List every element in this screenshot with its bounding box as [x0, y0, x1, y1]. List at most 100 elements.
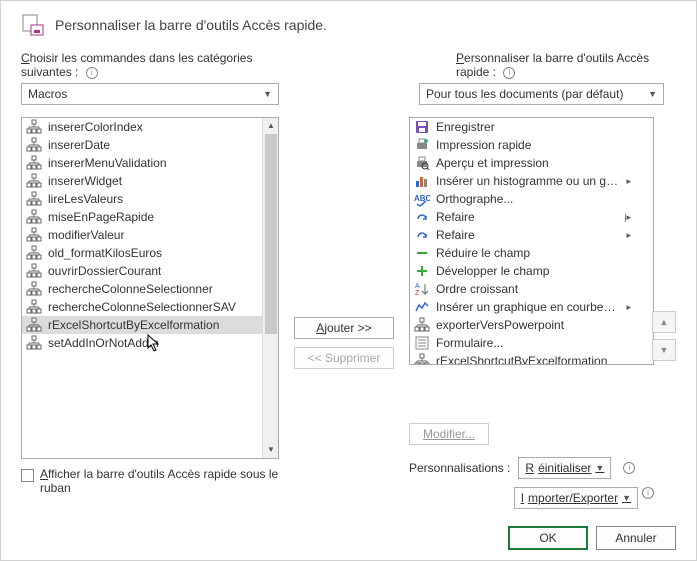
item-label: rechercheColonneSelectionner	[48, 282, 213, 296]
list-item[interactable]: Refaire ▸	[410, 226, 653, 244]
macro-icon	[26, 263, 42, 279]
submenu-arrow-icon: ▸	[626, 176, 649, 187]
preview-icon	[414, 155, 430, 171]
list-item[interactable]: Développer le champ	[410, 262, 653, 280]
submenu-arrow-icon: ▸	[626, 230, 649, 241]
item-label: Aperçu et impression	[436, 156, 549, 170]
collapse-icon	[414, 245, 430, 261]
redo-icon	[414, 227, 430, 243]
macro-icon	[26, 155, 42, 171]
move-up-button[interactable]: ▲	[652, 311, 676, 333]
save-icon	[414, 119, 430, 135]
macro-icon	[26, 317, 42, 333]
modify-button[interactable]: Modifier...	[409, 423, 489, 445]
item-label: Insérer un graphique en courbes o...	[436, 300, 620, 314]
list-item[interactable]: insererWidget	[22, 172, 278, 190]
import-export-button[interactable]: Importer/Exporter ▼	[514, 487, 638, 509]
dialog-title: Personnaliser la barre d'outils Accès ra…	[55, 17, 327, 33]
macro-icon	[26, 227, 42, 243]
list-item[interactable]: exporterVersPowerpoint	[410, 316, 653, 334]
item-label: Ordre croissant	[436, 282, 518, 296]
scroll-up-arrow[interactable]: ▲	[263, 118, 279, 134]
available-commands-list[interactable]: insererColorIndex insererDate insererMenuV…	[21, 117, 279, 459]
list-item[interactable]: modifierValeur	[22, 226, 278, 244]
ok-button[interactable]: OK	[508, 526, 588, 550]
info-icon[interactable]: i	[503, 67, 515, 79]
list-item[interactable]: Insérer un histogramme ou un gra... ▸	[410, 172, 653, 190]
svg-text:Z: Z	[415, 290, 420, 297]
list-item[interactable]: rExcelShortcutByExcelformation	[22, 316, 278, 334]
macro-icon	[26, 191, 42, 207]
item-label: rExcelShortcutByExcelformation	[48, 318, 219, 332]
qat-commands-list[interactable]: Enregistrer Impression rapide Aperçu et im…	[409, 117, 654, 365]
list-item[interactable]: insererColorIndex	[22, 118, 278, 136]
item-label: Insérer un histogramme ou un gra...	[436, 174, 620, 188]
info-icon[interactable]: i	[642, 487, 654, 499]
scrollbar[interactable]: ▲ ▼	[262, 118, 278, 458]
show-below-ribbon-checkbox[interactable]	[21, 469, 34, 482]
barchart-icon	[414, 173, 430, 189]
macro-icon	[26, 281, 42, 297]
list-item[interactable]: Réduire le champ	[410, 244, 653, 262]
redo-icon	[414, 209, 430, 225]
item-label: rExcelShortcutByExcelformation	[436, 354, 607, 364]
list-item[interactable]: miseEnPageRapide	[22, 208, 278, 226]
item-label: lireLesValeurs	[48, 192, 123, 206]
dialog-header: Personnaliser la barre d'outils Accès ra…	[21, 13, 676, 37]
submenu-arrow-icon: ▸	[626, 302, 649, 313]
scroll-down-arrow[interactable]: ▼	[263, 442, 279, 458]
item-label: Impression rapide	[436, 138, 531, 152]
list-item[interactable]: ouvrirDossierCourant	[22, 262, 278, 280]
macro-icon	[26, 299, 42, 315]
list-item[interactable]: rechercheColonneSelectionner	[22, 280, 278, 298]
list-item[interactable]: Formulaire...	[410, 334, 653, 352]
list-item[interactable]: old_formatKilosEuros	[22, 244, 278, 262]
move-down-button[interactable]: ▼	[652, 339, 676, 361]
chevron-down-icon: ▼	[263, 89, 272, 99]
info-icon[interactable]: i	[623, 462, 635, 474]
item-label: ouvrirDossierCourant	[48, 264, 161, 278]
item-label: insererDate	[48, 138, 110, 152]
item-label: Refaire	[436, 210, 475, 224]
list-item[interactable]: Insérer un graphique en courbes o... ▸	[410, 298, 653, 316]
customize-qat-label: Personnaliser la barre d'outils Accès ra…	[456, 51, 649, 79]
commands-category-select[interactable]: Macros ▼	[21, 83, 279, 105]
select-value: Macros	[28, 87, 67, 101]
item-label: exporterVersPowerpoint	[436, 318, 564, 332]
list-item[interactable]: lireLesValeurs	[22, 190, 278, 208]
svg-text:ABC: ABC	[414, 194, 430, 203]
macro-icon	[26, 335, 42, 351]
item-label: Formulaire...	[436, 336, 503, 350]
reset-button[interactable]: Réinitialiser ▼	[518, 457, 611, 479]
quickprint-icon	[414, 137, 430, 153]
qat-icon	[21, 13, 45, 37]
remove-button[interactable]: << Supprimer	[294, 347, 394, 369]
list-item[interactable]: Impression rapide	[410, 136, 653, 154]
item-label: setAddInOrNotAddIn	[48, 336, 159, 350]
show-below-ribbon-row: Afficher la barre d'outils Accès rapide …	[21, 467, 279, 495]
info-icon[interactable]: i	[86, 67, 98, 79]
list-item[interactable]: Refaire|▸	[410, 208, 653, 226]
item-label: Refaire	[436, 228, 475, 242]
cancel-button[interactable]: Annuler	[596, 526, 676, 550]
list-item[interactable]: rechercheColonneSelectionnerSAV	[22, 298, 278, 316]
item-label: insererMenuValidation	[48, 156, 167, 170]
select-value: Pour tous les documents (par défaut)	[426, 87, 623, 101]
list-item[interactable]: Enregistrer	[410, 118, 653, 136]
list-item[interactable]: AZOrdre croissant	[410, 280, 653, 298]
list-item[interactable]: rExcelShortcutByExcelformation	[410, 352, 653, 364]
show-below-ribbon-label: Afficher la barre d'outils Accès rapide …	[40, 467, 279, 495]
list-item[interactable]: ABCOrthographe...	[410, 190, 653, 208]
macro-icon	[26, 137, 42, 153]
add-button[interactable]: Ajouter >>	[294, 317, 394, 339]
qat-target-select[interactable]: Pour tous les documents (par défaut) ▼	[419, 83, 664, 105]
list-item[interactable]: insererDate	[22, 136, 278, 154]
list-item[interactable]: insererMenuValidation	[22, 154, 278, 172]
macro-icon	[414, 317, 430, 333]
list-item[interactable]: Aperçu et impression	[410, 154, 653, 172]
item-label: Développer le champ	[436, 264, 549, 278]
macro-icon	[26, 245, 42, 261]
chevron-down-icon: ▼	[648, 89, 657, 99]
scroll-thumb[interactable]	[265, 134, 277, 334]
list-item[interactable]: setAddInOrNotAddIn	[22, 334, 278, 352]
